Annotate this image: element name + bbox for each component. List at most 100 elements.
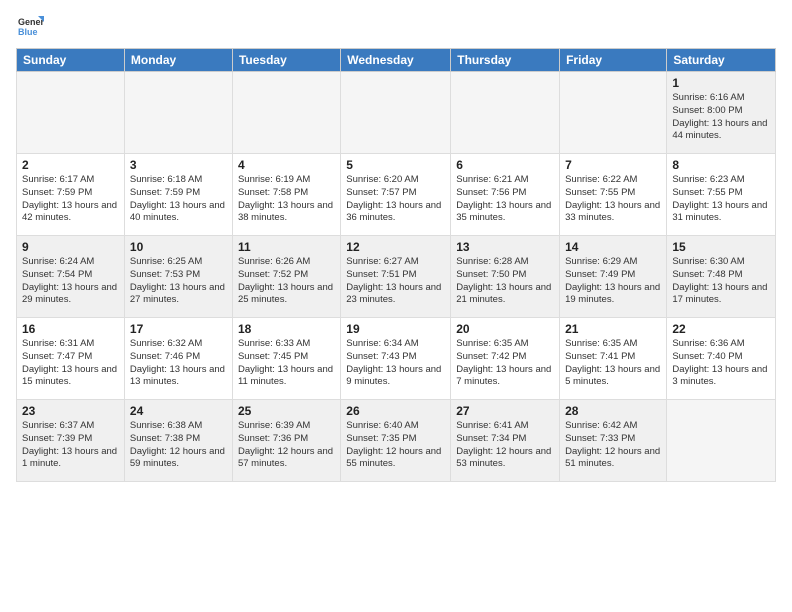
day-info: Sunrise: 6:24 AM Sunset: 7:54 PM Dayligh…: [22, 256, 119, 307]
calendar-header-row: SundayMondayTuesdayWednesdayThursdayFrid…: [17, 49, 776, 72]
day-info: Sunrise: 6:35 AM Sunset: 7:42 PM Dayligh…: [456, 338, 554, 389]
calendar-week-row: 1 Sunrise: 6:16 AM Sunset: 8:00 PM Daylig…: [17, 72, 776, 154]
calendar-day-cell: 16 Sunrise: 6:31 AM Sunset: 7:47 PM Dayli…: [17, 318, 125, 400]
day-number: 7: [565, 158, 661, 172]
day-info: Sunrise: 6:40 AM Sunset: 7:35 PM Dayligh…: [346, 420, 445, 471]
svg-text:General: General: [18, 17, 44, 27]
day-number: 19: [346, 322, 445, 336]
calendar-day-cell: 27 Sunrise: 6:41 AM Sunset: 7:34 PM Dayli…: [451, 400, 560, 482]
svg-text:Blue: Blue: [18, 27, 38, 37]
day-info: Sunrise: 6:31 AM Sunset: 7:47 PM Dayligh…: [22, 338, 119, 389]
day-info: Sunrise: 6:32 AM Sunset: 7:46 PM Dayligh…: [130, 338, 227, 389]
calendar-day-cell: [560, 72, 667, 154]
calendar-day-cell: 12 Sunrise: 6:27 AM Sunset: 7:51 PM Dayli…: [341, 236, 451, 318]
calendar-week-row: 16 Sunrise: 6:31 AM Sunset: 7:47 PM Dayli…: [17, 318, 776, 400]
calendar-day-cell: 11Sunrise: 6:26 AM Sunset: 7:52 PM Dayli…: [232, 236, 340, 318]
day-info: Sunrise: 6:27 AM Sunset: 7:51 PM Dayligh…: [346, 256, 445, 307]
day-number: 17: [130, 322, 227, 336]
day-number: 14: [565, 240, 661, 254]
calendar-day-cell: 18 Sunrise: 6:33 AM Sunset: 7:45 PM Dayli…: [232, 318, 340, 400]
calendar-day-cell: 13 Sunrise: 6:28 AM Sunset: 7:50 PM Dayli…: [451, 236, 560, 318]
day-info: Sunrise: 6:26 AM Sunset: 7:52 PM Dayligh…: [238, 256, 335, 307]
calendar-day-cell: 20 Sunrise: 6:35 AM Sunset: 7:42 PM Dayli…: [451, 318, 560, 400]
calendar-table: SundayMondayTuesdayWednesdayThursdayFrid…: [16, 48, 776, 482]
day-number: 1: [672, 76, 770, 90]
day-number: 21: [565, 322, 661, 336]
day-info: Sunrise: 6:22 AM Sunset: 7:55 PM Dayligh…: [565, 174, 661, 225]
calendar-week-row: 2 Sunrise: 6:17 AM Sunset: 7:59 PM Daylig…: [17, 154, 776, 236]
day-info: Sunrise: 6:16 AM Sunset: 8:00 PM Dayligh…: [672, 92, 770, 143]
day-number: 24: [130, 404, 227, 418]
day-number: 28: [565, 404, 661, 418]
calendar-day-cell: [341, 72, 451, 154]
day-number: 5: [346, 158, 445, 172]
logo: General Blue: [16, 12, 48, 40]
day-info: Sunrise: 6:37 AM Sunset: 7:39 PM Dayligh…: [22, 420, 119, 471]
day-number: 25: [238, 404, 335, 418]
day-number: 16: [22, 322, 119, 336]
day-number: 15: [672, 240, 770, 254]
day-number: 26: [346, 404, 445, 418]
calendar-day-cell: 5 Sunrise: 6:20 AM Sunset: 7:57 PM Daylig…: [341, 154, 451, 236]
day-info: Sunrise: 6:41 AM Sunset: 7:34 PM Dayligh…: [456, 420, 554, 471]
calendar-page: General Blue SundayMondayTuesdayWednesda…: [0, 0, 792, 612]
calendar-day-cell: 10 Sunrise: 6:25 AM Sunset: 7:53 PM Dayli…: [124, 236, 232, 318]
day-number: 18: [238, 322, 335, 336]
calendar-day-cell: 7 Sunrise: 6:22 AM Sunset: 7:55 PM Daylig…: [560, 154, 667, 236]
day-info: Sunrise: 6:36 AM Sunset: 7:40 PM Dayligh…: [672, 338, 770, 389]
logo-icon: General Blue: [16, 12, 44, 40]
calendar-day-cell: 8Sunrise: 6:23 AM Sunset: 7:55 PM Daylig…: [667, 154, 776, 236]
day-info: Sunrise: 6:39 AM Sunset: 7:36 PM Dayligh…: [238, 420, 335, 471]
day-info: Sunrise: 6:18 AM Sunset: 7:59 PM Dayligh…: [130, 174, 227, 225]
day-number: 27: [456, 404, 554, 418]
day-number: 8: [672, 158, 770, 172]
calendar-day-cell: 9 Sunrise: 6:24 AM Sunset: 7:54 PM Daylig…: [17, 236, 125, 318]
calendar-day-cell: 6 Sunrise: 6:21 AM Sunset: 7:56 PM Daylig…: [451, 154, 560, 236]
day-info: Sunrise: 6:28 AM Sunset: 7:50 PM Dayligh…: [456, 256, 554, 307]
day-info: Sunrise: 6:17 AM Sunset: 7:59 PM Dayligh…: [22, 174, 119, 225]
day-info: Sunrise: 6:25 AM Sunset: 7:53 PM Dayligh…: [130, 256, 227, 307]
calendar-week-row: 9 Sunrise: 6:24 AM Sunset: 7:54 PM Daylig…: [17, 236, 776, 318]
day-info: Sunrise: 6:20 AM Sunset: 7:57 PM Dayligh…: [346, 174, 445, 225]
weekday-header-wednesday: Wednesday: [341, 49, 451, 72]
day-info: Sunrise: 6:19 AM Sunset: 7:58 PM Dayligh…: [238, 174, 335, 225]
weekday-header-monday: Monday: [124, 49, 232, 72]
day-info: Sunrise: 6:29 AM Sunset: 7:49 PM Dayligh…: [565, 256, 661, 307]
day-info: Sunrise: 6:30 AM Sunset: 7:48 PM Dayligh…: [672, 256, 770, 307]
day-number: 22: [672, 322, 770, 336]
calendar-day-cell: [232, 72, 340, 154]
calendar-day-cell: 1 Sunrise: 6:16 AM Sunset: 8:00 PM Daylig…: [667, 72, 776, 154]
weekday-header-thursday: Thursday: [451, 49, 560, 72]
day-number: 20: [456, 322, 554, 336]
day-number: 2: [22, 158, 119, 172]
day-number: 10: [130, 240, 227, 254]
weekday-header-friday: Friday: [560, 49, 667, 72]
calendar-day-cell: [17, 72, 125, 154]
day-number: 6: [456, 158, 554, 172]
calendar-day-cell: [451, 72, 560, 154]
calendar-day-cell: 2 Sunrise: 6:17 AM Sunset: 7:59 PM Daylig…: [17, 154, 125, 236]
calendar-day-cell: [124, 72, 232, 154]
day-number: 13: [456, 240, 554, 254]
weekday-header-tuesday: Tuesday: [232, 49, 340, 72]
day-info: Sunrise: 6:33 AM Sunset: 7:45 PM Dayligh…: [238, 338, 335, 389]
calendar-week-row: 23Sunrise: 6:37 AM Sunset: 7:39 PM Dayli…: [17, 400, 776, 482]
calendar-day-cell: 25 Sunrise: 6:39 AM Sunset: 7:36 PM Dayli…: [232, 400, 340, 482]
day-number: 12: [346, 240, 445, 254]
day-info: Sunrise: 6:34 AM Sunset: 7:43 PM Dayligh…: [346, 338, 445, 389]
calendar-day-cell: 14 Sunrise: 6:29 AM Sunset: 7:49 PM Dayli…: [560, 236, 667, 318]
calendar-day-cell: 19 Sunrise: 6:34 AM Sunset: 7:43 PM Dayli…: [341, 318, 451, 400]
day-info: Sunrise: 6:42 AM Sunset: 7:33 PM Dayligh…: [565, 420, 661, 471]
weekday-header-sunday: Sunday: [17, 49, 125, 72]
day-number: 9: [22, 240, 119, 254]
calendar-day-cell: 3 Sunrise: 6:18 AM Sunset: 7:59 PM Daylig…: [124, 154, 232, 236]
day-info: Sunrise: 6:38 AM Sunset: 7:38 PM Dayligh…: [130, 420, 227, 471]
day-number: 3: [130, 158, 227, 172]
calendar-day-cell: 17 Sunrise: 6:32 AM Sunset: 7:46 PM Dayli…: [124, 318, 232, 400]
day-info: Sunrise: 6:21 AM Sunset: 7:56 PM Dayligh…: [456, 174, 554, 225]
calendar-day-cell: 15 Sunrise: 6:30 AM Sunset: 7:48 PM Dayli…: [667, 236, 776, 318]
calendar-day-cell: 23Sunrise: 6:37 AM Sunset: 7:39 PM Dayli…: [17, 400, 125, 482]
calendar-day-cell: 26 Sunrise: 6:40 AM Sunset: 7:35 PM Dayli…: [341, 400, 451, 482]
day-number: 4: [238, 158, 335, 172]
calendar-day-cell: 22 Sunrise: 6:36 AM Sunset: 7:40 PM Dayli…: [667, 318, 776, 400]
